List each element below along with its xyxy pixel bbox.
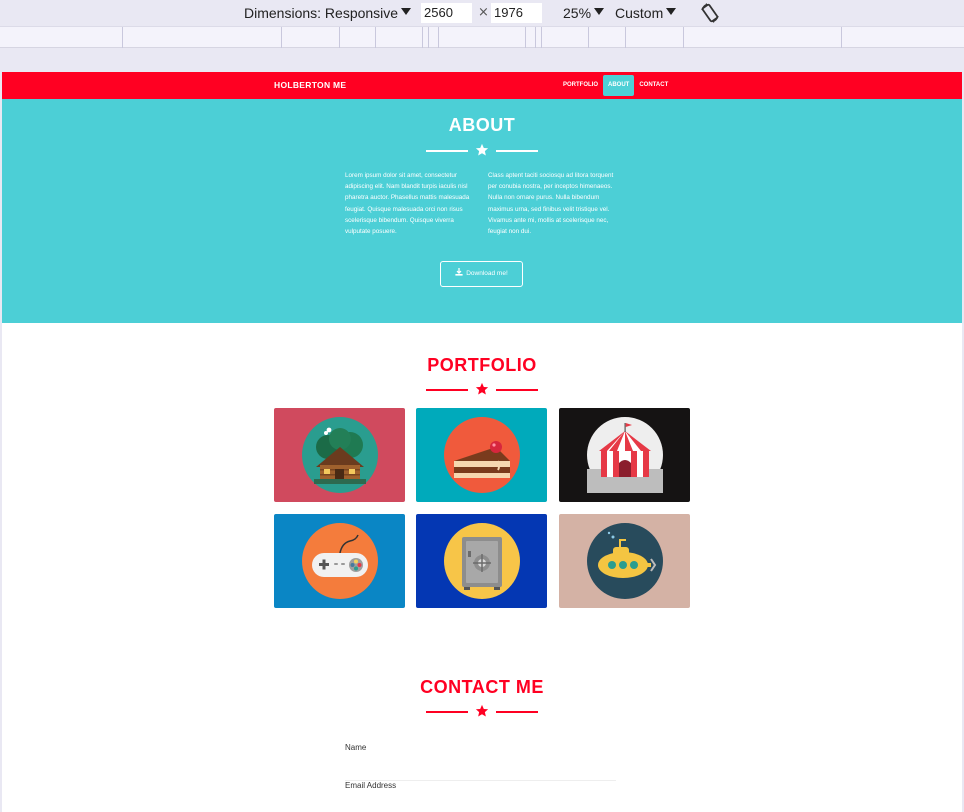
device-toolbar: Dimensions: Responsive 2560 × 1976 25% C… bbox=[0, 0, 964, 26]
cake-icon bbox=[444, 417, 520, 493]
chevron-down-icon bbox=[666, 8, 677, 15]
times-symbol: × bbox=[478, 5, 489, 20]
name-field[interactable]: Name bbox=[345, 743, 616, 781]
rotate-icon[interactable] bbox=[698, 1, 722, 25]
portfolio-grid bbox=[274, 408, 690, 608]
ruler-mark bbox=[525, 27, 526, 48]
height-input[interactable]: 1976 bbox=[491, 3, 542, 23]
star-icon bbox=[475, 704, 489, 717]
site-navbar: HOLBERTON ME PORTFOLIO ABOUT CONTACT bbox=[2, 72, 962, 99]
download-button[interactable]: Download me! bbox=[440, 261, 523, 287]
submarine-icon bbox=[587, 523, 663, 599]
ruler-mark bbox=[428, 27, 429, 48]
nav-link-portfolio[interactable]: PORTFOLIO bbox=[558, 75, 603, 96]
star-icon bbox=[475, 143, 489, 156]
brand-link[interactable]: HOLBERTON ME bbox=[274, 72, 346, 99]
ruler-mark bbox=[422, 27, 423, 48]
nav-link-about[interactable]: ABOUT bbox=[603, 75, 635, 96]
portfolio-item-safe[interactable] bbox=[416, 514, 547, 608]
star-divider bbox=[426, 704, 538, 718]
star-icon bbox=[475, 382, 489, 395]
nav-links: PORTFOLIO ABOUT CONTACT bbox=[558, 75, 673, 96]
divider-line bbox=[496, 711, 538, 713]
about-title: ABOUT bbox=[448, 115, 516, 135]
divider-line bbox=[426, 711, 468, 713]
star-divider bbox=[426, 143, 538, 157]
ruler-mark bbox=[841, 27, 842, 48]
portfolio-item-submarine[interactable] bbox=[559, 514, 690, 608]
cabin-icon bbox=[302, 417, 378, 493]
about-text-right: Class aptent taciti sociosqu ad litora t… bbox=[488, 172, 614, 236]
about-text-left: Lorem ipsum dolor sit amet, consectetur … bbox=[345, 172, 470, 236]
portfolio-item-game[interactable] bbox=[274, 514, 405, 608]
throttle-dropdown[interactable]: Custom bbox=[615, 0, 677, 26]
divider-line bbox=[426, 150, 468, 152]
throttle-label: Custom bbox=[615, 5, 664, 21]
divider-line bbox=[496, 389, 538, 391]
zoom-label: 25% bbox=[563, 5, 592, 21]
portfolio-item-cake[interactable] bbox=[416, 408, 547, 502]
ruler-mark bbox=[683, 27, 684, 48]
ruler-mark bbox=[339, 27, 340, 48]
ruler-mark bbox=[625, 27, 626, 48]
portfolio-item-cabin[interactable] bbox=[274, 408, 405, 502]
ruler-mark bbox=[375, 27, 376, 48]
contact-title: CONTACT ME bbox=[420, 677, 544, 697]
download-icon bbox=[455, 268, 463, 276]
ruler-mark bbox=[281, 27, 282, 48]
ruler-mark bbox=[535, 27, 536, 48]
width-input[interactable]: 2560 bbox=[421, 3, 472, 23]
dimensions-label: Dimensions: Responsive bbox=[244, 5, 399, 21]
name-label: Name bbox=[345, 743, 367, 752]
download-label: Download me! bbox=[466, 270, 508, 277]
ruler-mark bbox=[588, 27, 589, 48]
nav-link-contact[interactable]: CONTACT bbox=[634, 75, 673, 96]
email-label: Email Address bbox=[345, 781, 397, 790]
divider-line bbox=[426, 389, 468, 391]
portfolio-item-circus[interactable] bbox=[559, 408, 690, 502]
safe-icon bbox=[444, 523, 520, 599]
ruler-mark bbox=[438, 27, 439, 48]
circus-tent-icon bbox=[587, 417, 663, 493]
portfolio-title: PORTFOLIO bbox=[427, 355, 537, 375]
dimensions-dropdown[interactable]: Dimensions: Responsive bbox=[244, 0, 412, 26]
chevron-down-icon bbox=[401, 8, 412, 15]
email-field[interactable]: Email Address bbox=[345, 781, 616, 812]
divider-line bbox=[496, 150, 538, 152]
star-divider bbox=[426, 382, 538, 396]
device-viewport: HOLBERTON ME PORTFOLIO ABOUT CONTACT ABO… bbox=[2, 72, 962, 812]
media-query-ruler bbox=[0, 26, 964, 48]
ruler-mark bbox=[122, 27, 123, 48]
ruler-mark bbox=[541, 27, 542, 48]
chevron-down-icon bbox=[594, 8, 605, 15]
zoom-dropdown[interactable]: 25% bbox=[563, 0, 605, 26]
about-section: ABOUT Lorem ipsum dolor sit amet, consec… bbox=[2, 99, 962, 323]
game-controller-icon bbox=[302, 523, 378, 599]
